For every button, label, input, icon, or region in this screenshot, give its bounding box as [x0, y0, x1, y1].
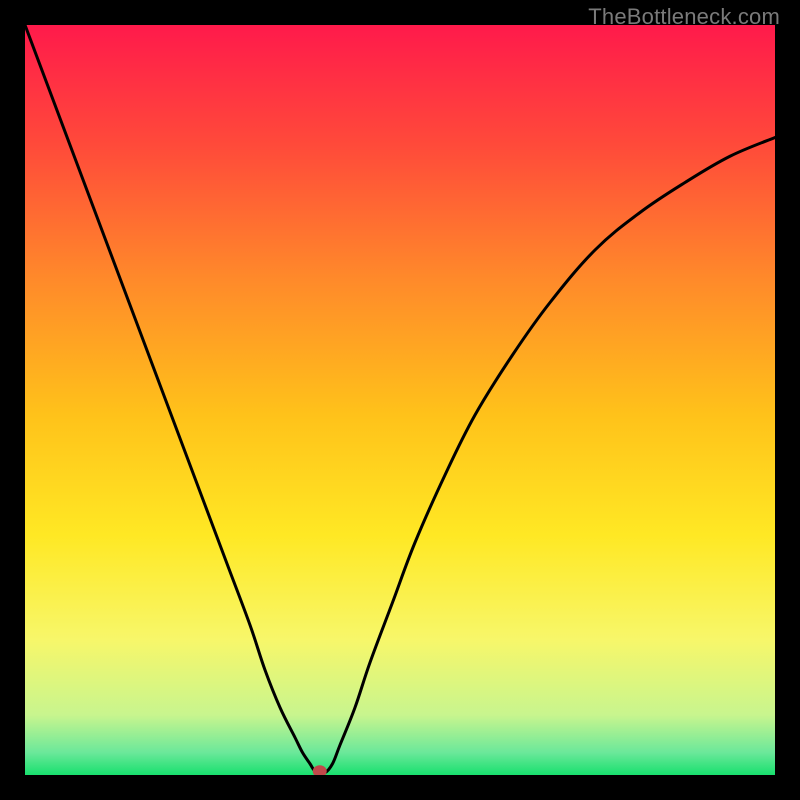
bottleneck-chart	[25, 25, 775, 775]
chart-frame: TheBottleneck.com	[0, 0, 800, 800]
gradient-background	[25, 25, 775, 775]
